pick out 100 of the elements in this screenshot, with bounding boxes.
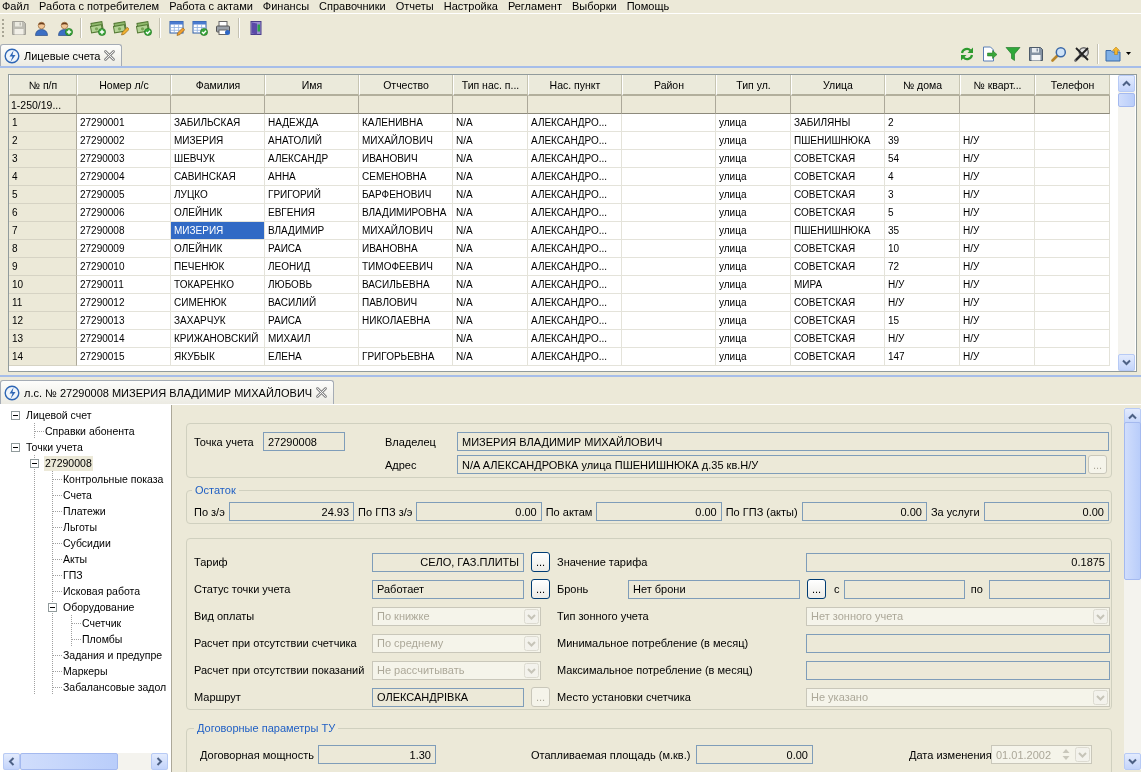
tree-item[interactable]: Маркеры xyxy=(62,663,109,679)
field-label: Значение тарифа xyxy=(557,556,649,568)
menu-item[interactable]: Выборки xyxy=(566,0,622,13)
tree-item[interactable]: ГПЗ xyxy=(62,567,84,583)
menu-item[interactable]: Справочники xyxy=(314,0,391,13)
close-icon[interactable] xyxy=(104,50,116,61)
column-header[interactable]: № кварт... xyxy=(960,75,1035,96)
scrollbar[interactable] xyxy=(1124,408,1141,770)
filter-field[interactable] xyxy=(885,96,960,114)
scroll-down-button[interactable] xyxy=(1124,753,1141,770)
tree-item[interactable]: Счета xyxy=(62,487,93,503)
column-header[interactable]: № п/п xyxy=(9,75,77,96)
input-field[interactable] xyxy=(843,579,965,599)
text-field[interactable]: 1.30 xyxy=(318,745,436,764)
scroll-left-button[interactable] xyxy=(3,753,20,770)
menu-item[interactable]: Работа с потребителем xyxy=(34,0,165,13)
filter-field[interactable] xyxy=(716,96,791,114)
column-header[interactable]: Тип нас. п... xyxy=(453,75,528,96)
tree-item[interactable]: Точки учета xyxy=(25,439,84,455)
text-field[interactable]: 0.00 xyxy=(983,502,1109,521)
menu-item[interactable]: Настройка xyxy=(438,0,503,13)
menu-item[interactable]: Файл xyxy=(0,0,35,13)
column-header[interactable]: № дома xyxy=(885,75,960,96)
minus-icon[interactable] xyxy=(11,410,20,420)
filter-field[interactable] xyxy=(171,96,265,114)
filter-field[interactable] xyxy=(265,96,359,114)
column-header[interactable]: Улица xyxy=(791,75,885,96)
input-field[interactable] xyxy=(806,633,1110,653)
table-cell: Н/У xyxy=(960,276,1035,294)
text-field[interactable]: Работает xyxy=(372,579,524,599)
input-field[interactable] xyxy=(806,660,1110,680)
filter-field[interactable] xyxy=(453,96,528,114)
filter-field[interactable] xyxy=(622,96,716,114)
tree-item[interactable]: Акты xyxy=(62,551,89,567)
tab[interactable]: Лицевые счета xyxy=(0,44,123,66)
text-field[interactable]: ОЛЕКСАНДРІВКА xyxy=(372,687,524,707)
text-field[interactable]: МИЗЕРИЯ ВЛАДИМИР МИХАЙЛОВИЧ xyxy=(457,432,1109,451)
input-field[interactable] xyxy=(988,579,1110,599)
scrollbar-thumb[interactable] xyxy=(20,753,118,770)
text-field[interactable]: 0.00 xyxy=(801,502,927,521)
menu-item[interactable]: Помощь xyxy=(621,0,675,13)
filter-field[interactable] xyxy=(960,96,1035,114)
tab[interactable]: л.с. № 27290008 МИЗЕРИЯ ВЛАДИМИР МИХАЙЛОВИЧ xyxy=(0,380,335,404)
text-field[interactable]: СЕЛО, ГАЗ.ПЛИТЫ xyxy=(372,552,524,572)
tree-item[interactable]: Контрольные показа xyxy=(62,471,165,487)
column-header[interactable]: Отчество xyxy=(359,75,453,96)
filter-field[interactable] xyxy=(528,96,622,114)
tree-item[interactable]: Оборудование xyxy=(62,599,136,615)
tree-item[interactable]: Забалансовые задол xyxy=(62,679,168,695)
text-field[interactable]: 0.00 xyxy=(416,502,542,521)
text-field[interactable]: Нет брони xyxy=(628,579,800,599)
text-field[interactable]: 0.00 xyxy=(596,502,722,521)
filter-field[interactable] xyxy=(77,96,171,114)
menu-item[interactable]: Регламент xyxy=(502,0,567,13)
tree-item[interactable]: Субсидии xyxy=(62,535,112,551)
text-field[interactable]: N/A АЛЕКСАНДРОВКА улица ПШЕНИШНЮКА д.35 кв.Н/У xyxy=(457,455,1086,474)
row-number: 6 xyxy=(9,204,77,222)
filter-field[interactable] xyxy=(359,96,453,114)
column-header[interactable]: Тип ул. xyxy=(716,75,791,96)
column-header[interactable]: Нас. пункт xyxy=(528,75,622,96)
column-header[interactable]: Телефон xyxy=(1035,75,1110,96)
column-header[interactable]: Имя xyxy=(265,75,359,96)
tree-item[interactable]: Лицевой счет xyxy=(25,407,93,423)
tree-item[interactable]: Пломбы xyxy=(81,631,124,647)
scroll-up-button[interactable] xyxy=(1118,75,1135,92)
scroll-right-button[interactable] xyxy=(151,753,168,770)
table-cell: N/A xyxy=(453,330,528,348)
minus-icon[interactable] xyxy=(48,602,57,612)
column-header[interactable]: Фамилия xyxy=(171,75,265,96)
minus-icon[interactable] xyxy=(30,458,39,468)
close-icon[interactable] xyxy=(316,387,328,398)
text-field[interactable]: 27290008 xyxy=(263,432,345,451)
filter-field[interactable] xyxy=(1035,96,1110,114)
menu-item[interactable]: Отчеты xyxy=(390,0,439,13)
tree-item[interactable]: Исковая работа xyxy=(62,583,142,599)
text-field[interactable]: 0.00 xyxy=(696,745,813,764)
browse-button[interactable]: ... xyxy=(531,579,550,599)
scrollbar[interactable] xyxy=(3,753,168,770)
scrollbar[interactable] xyxy=(1118,75,1135,371)
column-header[interactable]: Номер л/с xyxy=(77,75,171,96)
menu-item[interactable]: Работа с актами xyxy=(164,0,258,13)
field-label: Тариф xyxy=(194,556,229,568)
column-header[interactable]: Район xyxy=(622,75,716,96)
browse-button[interactable]: ... xyxy=(531,552,550,572)
browse-button[interactable]: ... xyxy=(807,579,826,599)
tree-item[interactable]: Задания и предупре xyxy=(62,647,164,663)
text-field[interactable]: 24.93 xyxy=(228,502,355,521)
menu-item[interactable]: Финансы xyxy=(257,0,315,13)
text-field[interactable]: 0.1875 xyxy=(806,552,1110,572)
table-cell: 27290003 xyxy=(77,150,171,168)
minus-icon[interactable] xyxy=(11,442,20,452)
tree-item[interactable]: Льготы xyxy=(62,519,98,535)
tree-item[interactable]: Справки абонента xyxy=(44,423,136,439)
scroll-down-button[interactable] xyxy=(1118,354,1135,371)
scrollbar-thumb[interactable] xyxy=(1124,422,1141,580)
tree-item[interactable]: 27290008 xyxy=(44,455,93,471)
scrollbar-thumb[interactable] xyxy=(1118,93,1135,107)
filter-field[interactable] xyxy=(791,96,885,114)
tree-item[interactable]: Платежи xyxy=(62,503,107,519)
tree-item[interactable]: Счетчик xyxy=(81,615,123,631)
